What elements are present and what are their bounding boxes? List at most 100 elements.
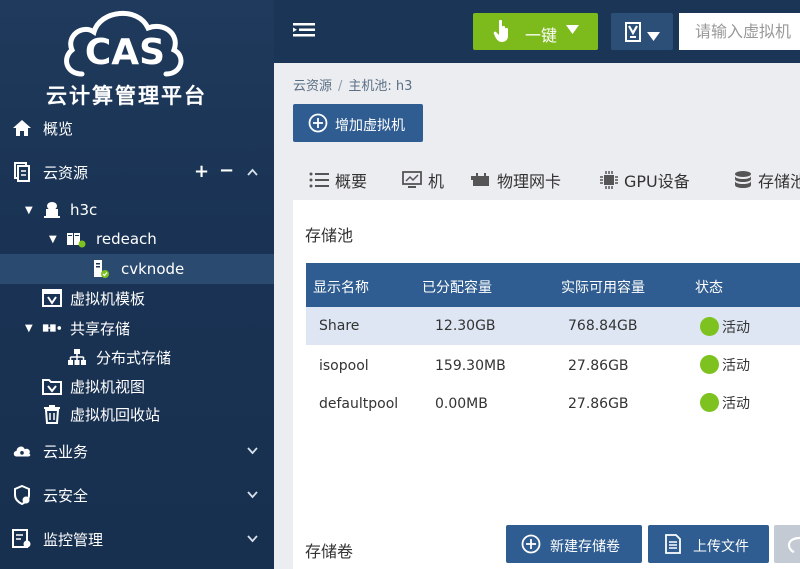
status-active-icon <box>700 355 719 374</box>
cell-allocated: 0.00MB <box>435 396 488 412</box>
upload-file-icon <box>664 534 682 558</box>
tab-bar: 概要 机 物理网卡 GPU设备 存储池 <box>293 161 800 199</box>
host-icon <box>91 259 111 279</box>
menu-toggle-icon[interactable] <box>293 22 315 42</box>
vm-icon <box>625 22 641 46</box>
sidebar-item-cloud-service[interactable]: 云业务 <box>0 436 274 466</box>
status-active-icon <box>700 393 719 412</box>
column-header[interactable]: 状态 <box>695 277 723 297</box>
table-row[interactable]: isopool 159.30MB 27.86GB 活动 <box>306 347 800 385</box>
tab-physical-nic[interactable]: 物理网卡 <box>471 161 561 199</box>
column-header[interactable]: 显示名称 <box>313 277 369 297</box>
cell-available: 27.86GB <box>568 396 629 412</box>
tab-vm[interactable]: 机 <box>402 161 444 199</box>
sidebar-item-recycle-bin[interactable]: 虚拟机回收站 <box>0 399 274 429</box>
cell-name: defaultpool <box>319 396 399 412</box>
add-vm-label: 增加虚拟机 <box>335 118 405 134</box>
sidebar-item-label: 虚拟机模板 <box>70 289 146 308</box>
sidebar-item-cloud-resource[interactable]: 云资源 + − <box>0 157 274 187</box>
sidebar-item-label: 云资源 <box>43 163 89 182</box>
cell-name: Share <box>319 318 360 334</box>
new-volume-button[interactable]: 新建存储卷 <box>506 525 642 563</box>
cell-name: isopool <box>319 358 369 374</box>
monitor-chart-icon <box>402 171 422 189</box>
sidebar-item-vm-view[interactable]: 虚拟机视图 <box>0 371 274 401</box>
shared-storage-icon <box>42 318 62 338</box>
sidebar-item-label: 分布式存储 <box>96 348 172 367</box>
chevron-down-icon[interactable] <box>247 444 258 458</box>
cloud-resource-icon <box>12 162 32 182</box>
vm-view-icon <box>42 376 62 396</box>
cloud-service-icon <box>12 441 32 461</box>
tree-item-redeach[interactable]: ▼ redeach <box>0 224 274 254</box>
tree-item-cvknode[interactable]: cvknode <box>0 254 274 284</box>
sidebar-item-label: 云安全 <box>43 486 89 505</box>
view-switch-button[interactable] <box>611 13 673 50</box>
remove-icon[interactable]: − <box>219 160 234 181</box>
tab-gpu-device[interactable]: GPU设备 <box>600 161 690 199</box>
chevron-up-icon[interactable] <box>247 165 258 179</box>
cell-allocated: 12.30GB <box>435 318 496 334</box>
sidebar-item-vm-template[interactable]: 虚拟机模板 <box>0 283 274 313</box>
breadcrumb-item-host-pool[interactable]: 主机池: h3 <box>348 79 412 94</box>
tree-item-h3c[interactable]: ▼ h3c <box>0 195 274 225</box>
distributed-storage-icon <box>67 347 87 367</box>
home-icon <box>12 118 32 138</box>
column-header[interactable]: 已分配容量 <box>422 277 524 297</box>
chevron-down-icon[interactable] <box>247 532 258 546</box>
sidebar-item-monitor[interactable]: 监控管理 <box>0 524 274 554</box>
sidebar-item-shared-storage[interactable]: ▼ 共享存储 <box>0 313 274 343</box>
caret-down-icon[interactable]: ▼ <box>25 205 33 216</box>
cell-available: 27.86GB <box>568 358 629 374</box>
status-active-icon <box>700 317 719 336</box>
caret-down-icon <box>566 23 579 37</box>
host-pool-icon <box>66 229 86 249</box>
refresh-button[interactable] <box>774 525 800 563</box>
new-volume-label: 新建存储卷 <box>550 539 620 555</box>
add-vm-button[interactable]: 增加虚拟机 <box>293 104 423 142</box>
plus-circle-icon <box>521 534 541 558</box>
caret-down-icon[interactable]: ▼ <box>25 323 33 334</box>
column-header[interactable]: 实际可用容量 <box>561 277 645 297</box>
datacenter-icon <box>42 200 62 220</box>
sidebar-item-label: 监控管理 <box>43 530 104 549</box>
caret-down-icon <box>647 27 660 45</box>
sidebar-item-label: h3c <box>70 201 98 219</box>
tab-label: 机 <box>428 172 445 191</box>
svg-text:CAS: CAS <box>85 32 165 73</box>
cell-status: 活动 <box>722 320 750 336</box>
search-input[interactable] <box>679 13 800 50</box>
breadcrumb-separator: / <box>338 79 343 94</box>
breadcrumb-item-cloud-resource[interactable]: 云资源 <box>293 79 332 94</box>
one-click-button[interactable]: 一键 <box>473 13 598 50</box>
top-header: 一键 <box>274 0 800 63</box>
tab-label: 物理网卡 <box>497 172 562 191</box>
chevron-down-icon[interactable] <box>247 488 258 502</box>
sidebar-item-label: 概览 <box>43 119 74 138</box>
plus-circle-icon <box>308 113 328 137</box>
upload-file-label: 上传文件 <box>693 539 749 555</box>
recycle-bin-icon <box>42 404 62 424</box>
upload-file-button[interactable]: 上传文件 <box>648 525 769 563</box>
sidebar-item-label: 共享存储 <box>70 319 131 338</box>
hand-pointer-icon <box>493 19 511 47</box>
storage-pool-table-header: 显示名称 已分配容量 实际可用容量 状态 <box>306 263 800 307</box>
add-icon[interactable]: + <box>194 161 209 182</box>
table-row[interactable]: defaultpool 0.00MB 27.86GB 活动 <box>306 385 800 423</box>
refresh-icon <box>787 535 800 557</box>
tab-label: GPU设备 <box>624 172 690 191</box>
sidebar-item-label: 虚拟机回收站 <box>70 405 161 424</box>
storage-panel: 存储池 显示名称 已分配容量 实际可用容量 状态 Share 12.30GB 7… <box>293 200 800 569</box>
sidebar-item-label: cvknode <box>121 260 185 278</box>
tab-storage-pool[interactable]: 存储池 <box>734 161 800 199</box>
table-row[interactable]: Share 12.30GB 768.84GB 活动 <box>306 307 800 345</box>
breadcrumb: 云资源 / 主机池: h3 <box>293 75 412 94</box>
caret-down-icon[interactable]: ▼ <box>49 234 57 245</box>
sidebar-item-cloud-security[interactable]: 云安全 <box>0 480 274 510</box>
sidebar-item-overview[interactable]: 概览 <box>0 113 274 143</box>
tab-label: 概要 <box>335 172 368 191</box>
tab-summary[interactable]: 概要 <box>309 161 367 199</box>
logo: CAS 云计算管理平台 <box>0 0 274 112</box>
sidebar-item-distributed-storage[interactable]: 分布式存储 <box>0 342 274 372</box>
cell-available: 768.84GB <box>568 318 638 334</box>
